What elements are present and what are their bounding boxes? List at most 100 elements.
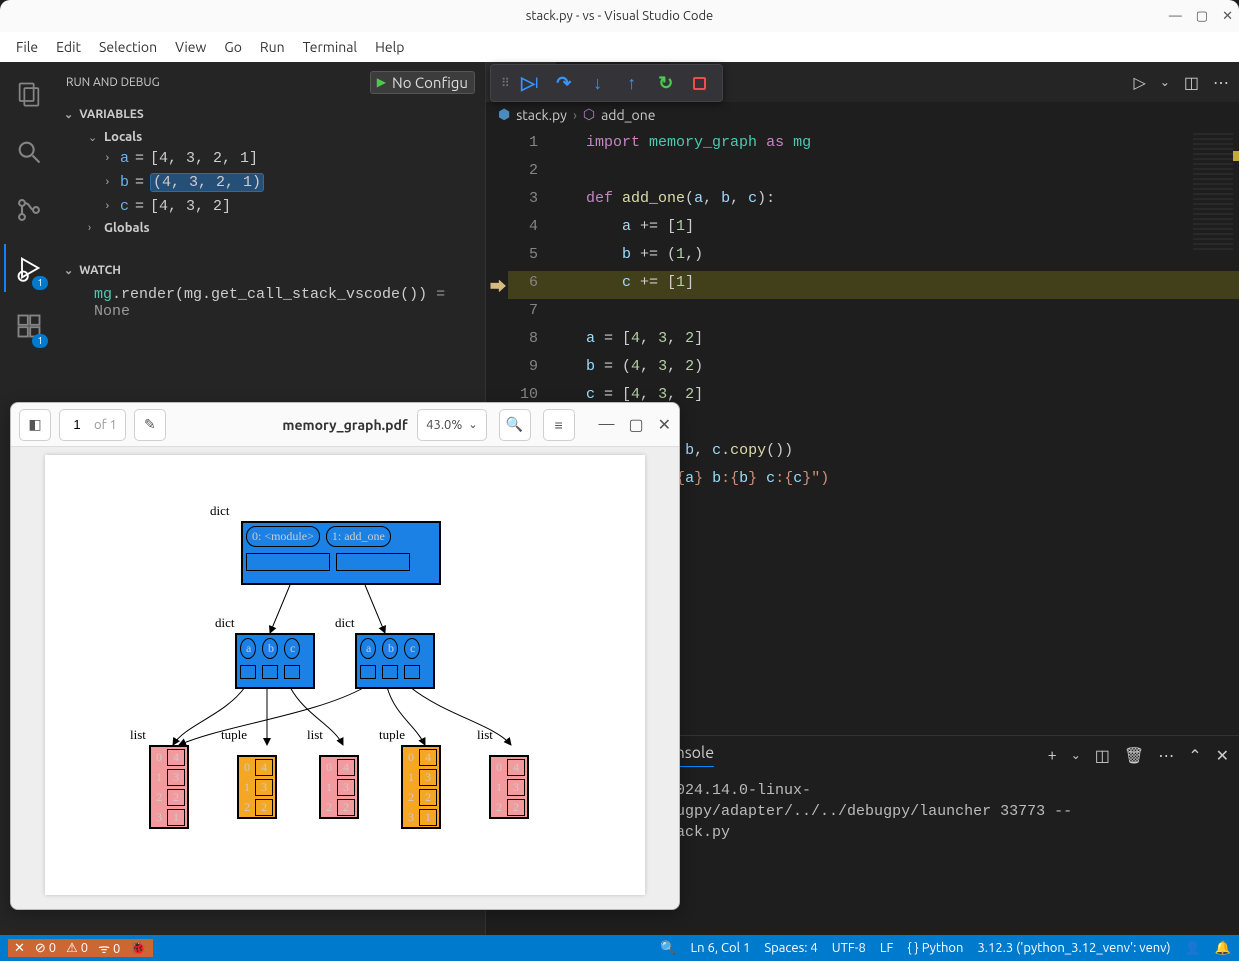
status-line-col[interactable]: Ln 6, Col 1 [691, 941, 751, 955]
menu-selection[interactable]: Selection [91, 35, 165, 59]
minimize-button[interactable]: — [599, 415, 615, 434]
maximize-button[interactable]: ▢ [628, 415, 643, 434]
debug-badge: 1 [32, 276, 48, 290]
source-control-icon[interactable] [4, 186, 52, 234]
menu-view[interactable]: View [167, 35, 214, 59]
status-interpreter[interactable]: 3.12.3 ('python_3.12_venv': venv) [977, 941, 1170, 955]
chevron-up-icon[interactable]: ⌃ [1188, 746, 1201, 765]
pdf-page-area[interactable]: dict 0: <module> 1: add_one dict a b c [11, 447, 679, 909]
start-debug-button[interactable]: ▶ [377, 75, 386, 89]
variables-locals[interactable]: ⌄ Locals [56, 127, 485, 147]
errors-count[interactable]: ⊘ 0 [35, 941, 56, 956]
menu-help[interactable]: Help [367, 35, 412, 59]
maximize-button[interactable]: ▢ [1196, 9, 1208, 24]
watch-expression[interactable]: mg.render(mg.get_call_stack_vscode()) = … [56, 283, 485, 323]
variable-c[interactable]: › c = [4, 3, 2] [56, 195, 485, 218]
variable-b[interactable]: › b = (4, 3, 2, 1) [56, 170, 485, 195]
close-icon[interactable]: ✕ [14, 941, 25, 956]
graph-label: tuple [379, 727, 405, 743]
notifications-icon[interactable]: 🔔 [1215, 941, 1231, 956]
trash-icon[interactable]: 🗑 [1124, 746, 1144, 765]
run-debug-icon[interactable]: 1 [4, 244, 52, 292]
step-over-button[interactable]: ↷ [552, 71, 576, 95]
menu-edit[interactable]: Edit [48, 35, 89, 59]
menu-terminal[interactable]: Terminal [295, 35, 366, 59]
graph-tuple-node: 041322 [237, 755, 277, 819]
zoom-icon[interactable]: 🔍 [660, 941, 676, 956]
graph-label: tuple [221, 727, 247, 743]
status-lang[interactable]: { } Python [907, 941, 963, 955]
pdf-zoom-dropdown[interactable]: 43.0%⌄ [417, 409, 486, 441]
pdf-page-input[interactable]: of 1 [59, 409, 126, 441]
drag-handle-icon[interactable]: ⠿ [501, 76, 508, 90]
stop-button[interactable] [688, 71, 712, 95]
debug-config-dropdown[interactable]: No Configu [392, 74, 468, 91]
pdf-search-button[interactable]: 🔍 [499, 409, 531, 441]
graph-label: dict [210, 503, 230, 519]
menu-go[interactable]: Go [216, 35, 249, 59]
pdf-page: dict 0: <module> 1: add_one dict a b c [45, 455, 645, 895]
more-icon[interactable]: ⋯ [1158, 746, 1174, 765]
chevron-down-icon: ⌄ [88, 131, 98, 144]
pdf-annotate-button[interactable]: ✎ [134, 409, 166, 441]
pdf-sidebar-toggle[interactable]: ◧ [19, 409, 51, 441]
variables-globals[interactable]: › Globals [56, 218, 485, 238]
minimize-button[interactable]: — [1169, 9, 1182, 24]
graph-label: list [477, 727, 493, 743]
step-out-button[interactable]: ↑ [620, 71, 644, 95]
graph-list-node: 041322 [319, 755, 359, 819]
breadcrumb[interactable]: ⬢ stack.py › ⬡ add_one [486, 102, 1239, 127]
debug-toolbar[interactable]: ⠿ ▷| ↷ ↓ ↑ ↻ [490, 64, 723, 102]
graph-tuple-node: 04132231 [401, 745, 441, 829]
graph-dict-node: a b c [235, 633, 315, 689]
pdf-viewer-window: ◧ of 1 ✎ memory_graph.pdf 43.0%⌄ 🔍 ≡ — ▢… [10, 402, 680, 910]
chevron-down-icon: ⌄ [64, 108, 73, 121]
explorer-icon[interactable] [4, 70, 52, 118]
run-dropdown-icon[interactable]: ⌄ [1160, 75, 1170, 89]
watch-heading[interactable]: ⌄ WATCH [56, 258, 485, 283]
python-file-icon: ⬢ [498, 106, 510, 123]
live-share-icon[interactable]: 👤 [1185, 941, 1201, 956]
ports-count[interactable]: ᯤ 0 [98, 939, 120, 957]
continue-button[interactable]: ▷| [518, 71, 542, 95]
graph-label: dict [215, 615, 235, 631]
more-icon[interactable]: ⋯ [1213, 73, 1229, 92]
extensions-badge: 1 [32, 334, 48, 348]
restart-button[interactable]: ↻ [654, 71, 678, 95]
graph-list-node: 041322 [489, 755, 529, 819]
menu-file[interactable]: File [8, 35, 46, 59]
menubar: File Edit Selection View Go Run Terminal… [0, 32, 1239, 62]
graph-list-node: 04132231 [149, 745, 189, 829]
close-button[interactable]: ✕ [658, 415, 671, 434]
chevron-right-icon: › [104, 201, 114, 213]
sidebar-title: RUN AND DEBUG [66, 76, 160, 89]
debug-status[interactable]: ✕ ⊘ 0 ⚠ 0 ᯤ 0 🐞 [8, 939, 153, 957]
chevron-down-icon: ⌄ [64, 264, 73, 277]
split-editor-icon[interactable]: ◫ [1184, 73, 1199, 92]
symbol-icon: ⬡ [583, 106, 595, 123]
run-file-button[interactable]: ▷ [1134, 73, 1146, 92]
titlebar: stack.py - vs - Visual Studio Code — ▢ ✕ [0, 0, 1239, 32]
pdf-menu-button[interactable]: ≡ [543, 409, 575, 441]
graph-label: list [307, 727, 323, 743]
chevron-right-icon: › [88, 222, 98, 234]
status-bar: ✕ ⊘ 0 ⚠ 0 ᯤ 0 🐞 🔍 Ln 6, Col 1 Spaces: 4 … [0, 935, 1239, 961]
close-panel-icon[interactable]: ✕ [1216, 746, 1229, 765]
debug-icon[interactable]: 🐞 [130, 941, 146, 956]
split-terminal-icon[interactable]: ◫ [1095, 746, 1110, 765]
status-spaces[interactable]: Spaces: 4 [764, 941, 817, 955]
terminal-dropdown-icon[interactable]: ⌄ [1071, 748, 1081, 762]
variable-a[interactable]: › a = [4, 3, 2, 1] [56, 147, 485, 170]
search-icon[interactable] [4, 128, 52, 176]
extensions-icon[interactable]: 1 [4, 302, 52, 350]
new-terminal-button[interactable]: + [1048, 746, 1057, 764]
close-window-button[interactable]: ✕ [1222, 9, 1233, 24]
chevron-right-icon: › [104, 153, 114, 165]
step-into-button[interactable]: ↓ [586, 71, 610, 95]
status-encoding[interactable]: UTF-8 [832, 941, 866, 955]
graph-frame-node: 0: <module> 1: add_one [241, 521, 441, 585]
variables-heading[interactable]: ⌄ VARIABLES [56, 102, 485, 127]
warnings-count[interactable]: ⚠ 0 [66, 941, 88, 956]
status-eol[interactable]: LF [880, 941, 893, 955]
menu-run[interactable]: Run [252, 35, 293, 59]
